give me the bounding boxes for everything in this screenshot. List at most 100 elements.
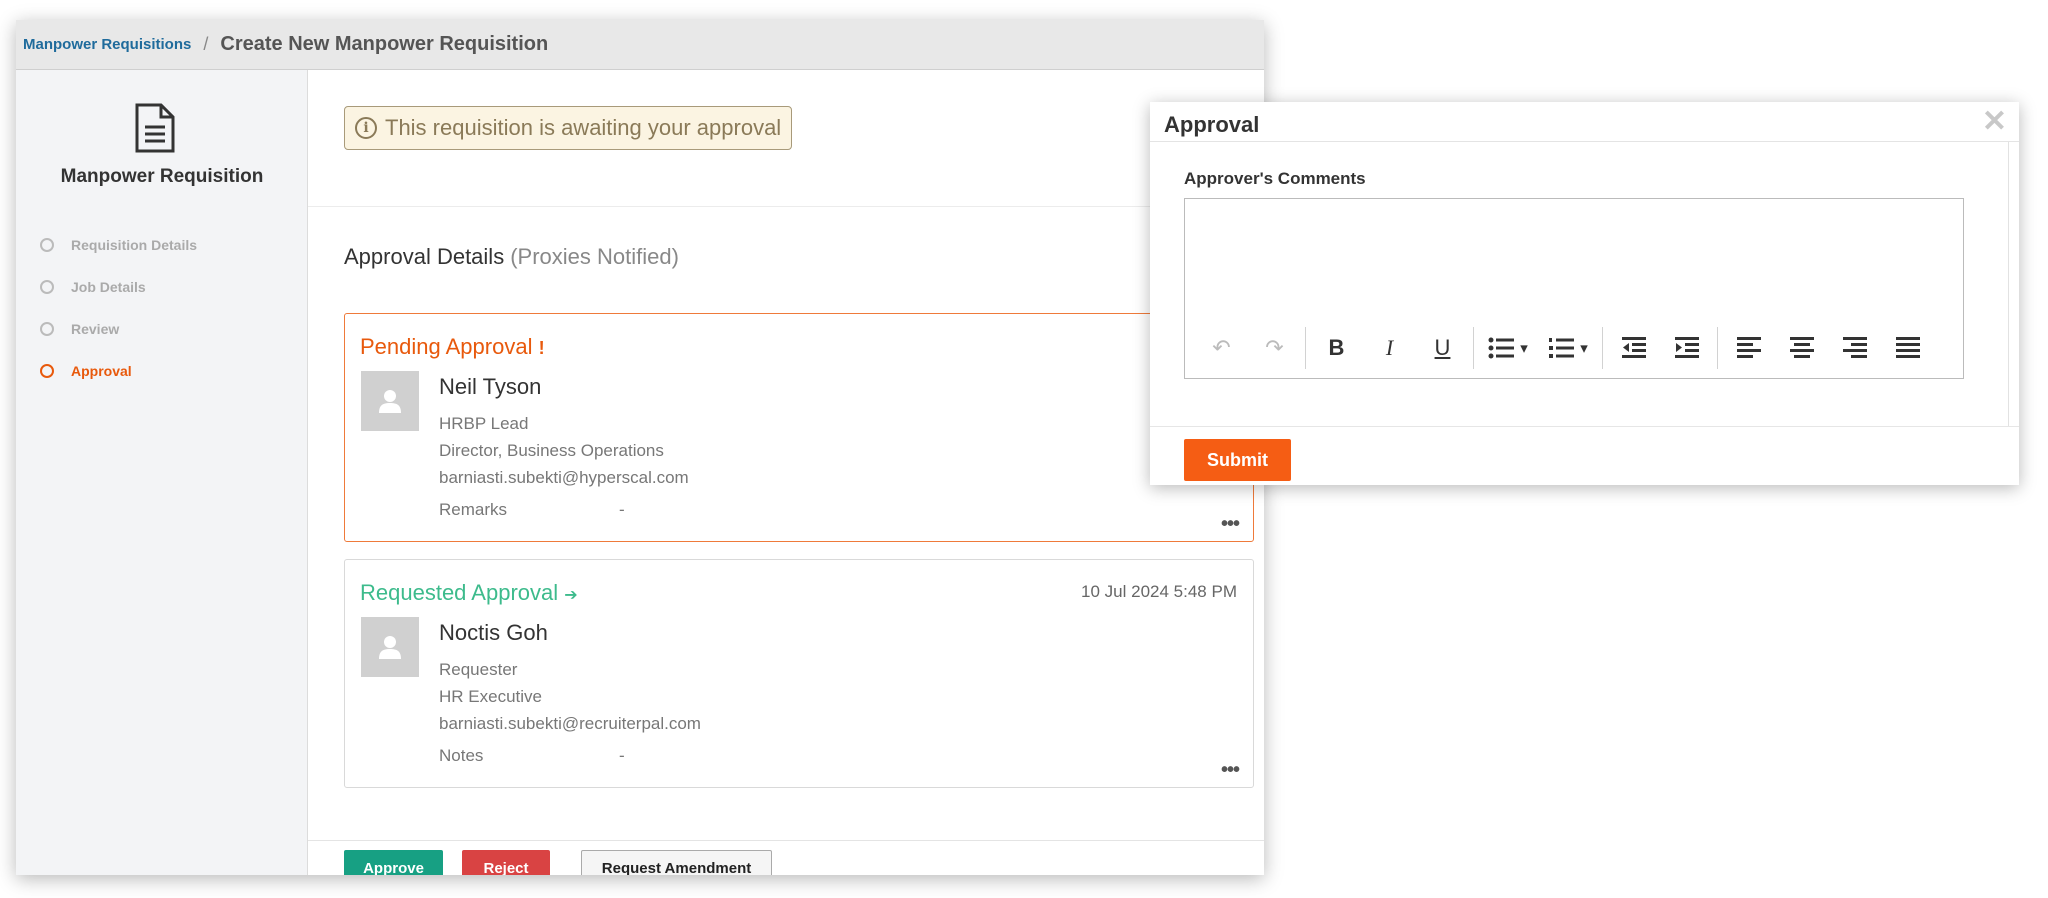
person-name: Neil Tyson: [439, 374, 542, 399]
request-amendment-button[interactable]: Request Amendment: [581, 850, 772, 875]
person-email: barniasti.subekti@hyperscal.com: [439, 468, 689, 487]
user-icon: [379, 390, 401, 413]
step-ring-icon: [40, 280, 54, 294]
notes-label: Notes: [439, 746, 484, 765]
remarks-value: -: [619, 500, 625, 519]
arrow-right-icon: ➔: [564, 587, 578, 604]
close-icon[interactable]: ✕: [1982, 104, 2007, 139]
align-right-glyph: [1842, 337, 1867, 358]
step-ring-icon: [40, 238, 54, 252]
person-position: Director, Business Operations: [439, 441, 664, 460]
more-options-icon[interactable]: •••: [1221, 759, 1240, 782]
undo-icon[interactable]: ↶: [1195, 328, 1248, 368]
approver-comments-label: Approver's Comments: [1184, 169, 1366, 188]
breadcrumb-link-requisitions[interactable]: Manpower Requisitions: [23, 36, 191, 53]
sidebar: Manpower Requisition Requisition Details…: [16, 70, 308, 875]
submit-button[interactable]: Submit: [1184, 439, 1291, 481]
card-status: Pending Approval !: [360, 334, 545, 360]
approval-card-requested: Requested Approval ➔ 10 Jul 2024 5:48 PM…: [344, 559, 1254, 788]
align-right-icon[interactable]: [1828, 328, 1881, 368]
indent-glyph: [1674, 337, 1699, 358]
sidebar-title: Manpower Requisition: [60, 166, 264, 187]
align-justify-icon[interactable]: [1881, 328, 1934, 368]
underline-icon[interactable]: U: [1416, 328, 1469, 368]
step-label: Review: [71, 321, 120, 337]
person-name: Noctis Goh: [439, 620, 548, 645]
person-role: Requester: [439, 660, 518, 679]
approver-comments-editor[interactable]: ↶ ↷ B I U ▾ ▾: [1184, 198, 1964, 379]
avatar: [361, 617, 419, 677]
approval-details-subtitle: (Proxies Notified): [510, 244, 679, 269]
outdent-glyph: [1621, 337, 1646, 358]
approval-details-title: Approval Details: [344, 244, 505, 269]
exclamation-icon: !: [538, 338, 545, 358]
page-title: Create New Manpower Requisition: [220, 33, 549, 55]
numbered-list-glyph: [1549, 338, 1575, 358]
toolbar-separator: [1602, 327, 1603, 369]
italic-icon[interactable]: I: [1363, 328, 1416, 368]
card-date: 10 Jul 2024 5:48 PM: [1081, 582, 1237, 601]
toolbar-separator: [1305, 327, 1306, 369]
card-status-label: Pending Approval: [360, 334, 533, 359]
step-label: Requisition Details: [71, 237, 198, 253]
align-justify-glyph: [1895, 337, 1920, 358]
awaiting-approval-alert: i This requisition is awaiting your appr…: [344, 106, 793, 150]
step-list: Requisition Details Job Details Review A…: [40, 224, 197, 392]
remarks-label: Remarks: [439, 500, 508, 519]
main-content: i This requisition is awaiting your appr…: [308, 70, 1264, 875]
avatar: [361, 371, 419, 431]
more-options-icon[interactable]: •••: [1221, 513, 1240, 536]
numbered-list-icon[interactable]: ▾: [1538, 328, 1598, 368]
step-label: Job Details: [71, 279, 146, 295]
modal-title: Approval: [1164, 112, 1260, 137]
modal-footer: Submit: [1150, 426, 2019, 485]
card-status: Requested Approval ➔: [360, 580, 578, 606]
card-status-label: Requested Approval: [360, 580, 559, 605]
person-role: HRBP Lead: [439, 414, 529, 433]
remarks-row: Remarks -: [439, 500, 625, 520]
person-email: barniasti.subekti@recruiterpal.com: [439, 714, 701, 733]
step-ring-icon: [40, 322, 54, 336]
step-approval[interactable]: Approval: [40, 350, 197, 392]
align-left-icon[interactable]: [1722, 328, 1775, 368]
notes-value: -: [619, 746, 625, 765]
indent-icon[interactable]: [1660, 328, 1713, 368]
outdent-icon[interactable]: [1607, 328, 1660, 368]
toolbar-separator: [1473, 327, 1474, 369]
approval-card-pending: Pending Approval ! Neil Tyson HRBP Lead …: [344, 313, 1254, 542]
requisition-window: Manpower Requisitions / Create New Manpo…: [16, 20, 1264, 875]
redo-icon[interactable]: ↷: [1248, 328, 1301, 368]
chevron-down-icon: ▾: [1580, 340, 1588, 357]
bullet-list-icon[interactable]: ▾: [1478, 328, 1538, 368]
approver-info: Neil Tyson HRBP Lead Director, Business …: [439, 374, 689, 491]
notes-row: Notes -: [439, 746, 625, 766]
step-job-details[interactable]: Job Details: [40, 266, 197, 308]
user-icon: [379, 636, 401, 659]
person-position: HR Executive: [439, 687, 542, 706]
modal-body: Approver's Comments ↶ ↷ B I U ▾ ▾: [1150, 142, 2009, 426]
align-center-glyph: [1789, 337, 1814, 358]
approval-details-heading: Approval Details (Proxies Notified): [344, 244, 679, 270]
approve-button[interactable]: Approve: [344, 850, 443, 875]
bullet-list-glyph: [1488, 337, 1515, 359]
divider: [308, 206, 1264, 207]
breadcrumb: Manpower Requisitions / Create New Manpo…: [16, 20, 1264, 70]
requester-info: Noctis Goh Requester HR Executive barnia…: [439, 620, 701, 737]
align-center-icon[interactable]: [1775, 328, 1828, 368]
info-icon: i: [355, 117, 377, 139]
alert-text: This requisition is awaiting your approv…: [385, 115, 782, 140]
step-label: Approval: [71, 363, 132, 379]
bold-icon[interactable]: B: [1310, 328, 1363, 368]
breadcrumb-separator: /: [203, 34, 209, 54]
approval-modal: Approval ✕ Approver's Comments ↶ ↷ B I U: [1150, 102, 2019, 485]
toolbar-separator: [1717, 327, 1718, 369]
editor-toolbar: ↶ ↷ B I U ▾ ▾: [1185, 326, 1963, 370]
reject-button[interactable]: Reject: [462, 850, 550, 875]
modal-header: Approval ✕: [1150, 102, 2019, 142]
step-ring-icon: [40, 364, 54, 378]
chevron-down-icon: ▾: [1520, 340, 1528, 357]
align-left-glyph: [1736, 337, 1761, 358]
step-review[interactable]: Review: [40, 308, 197, 350]
divider: [308, 840, 1264, 841]
step-requisition-details[interactable]: Requisition Details: [40, 224, 197, 266]
